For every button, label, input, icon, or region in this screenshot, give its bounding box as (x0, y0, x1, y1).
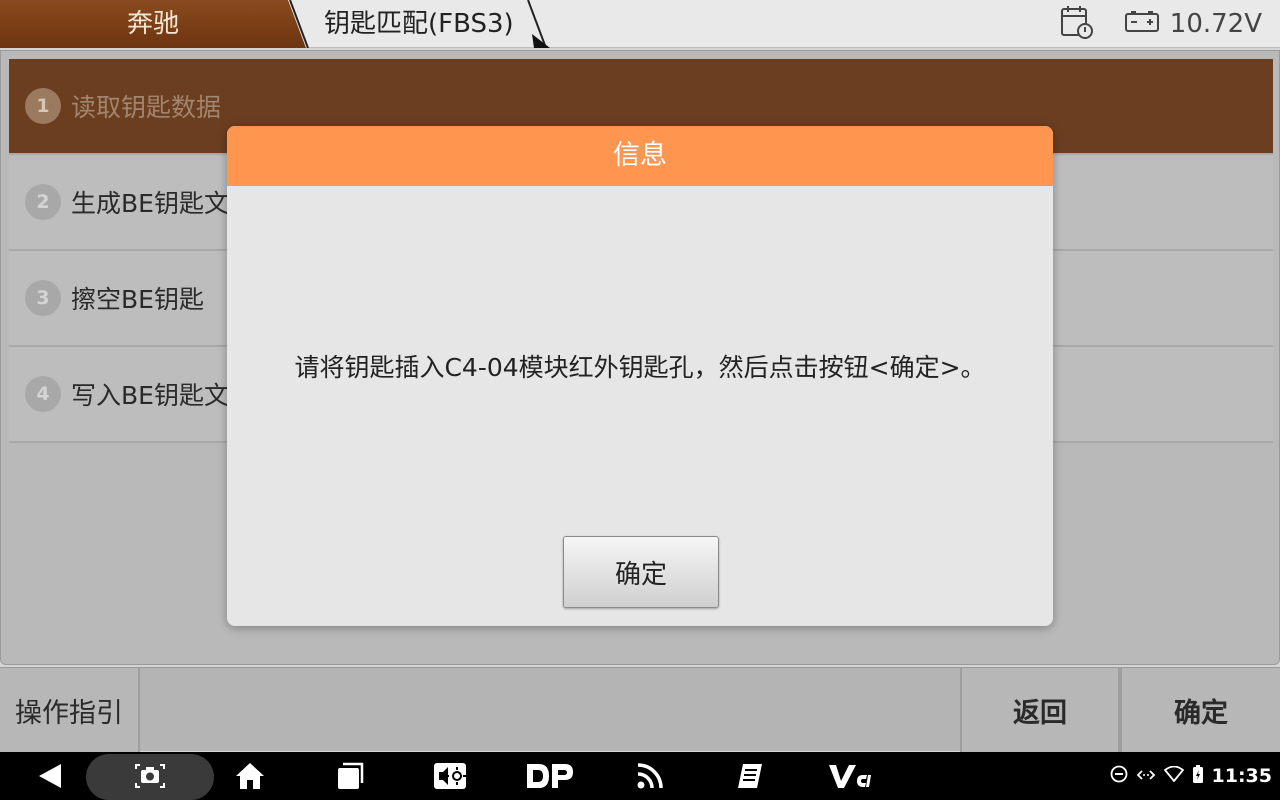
dialog-title: 信息 (227, 126, 1053, 186)
back-icon[interactable] (30, 752, 70, 800)
screenshot-camera-icon[interactable] (130, 752, 170, 800)
dialog-message: 请将钥匙插入C4-04模块红外钥匙孔，然后点击按钮<确定>。 (294, 353, 986, 382)
info-dialog: 信息 请将钥匙插入C4-04模块红外钥匙孔，然后点击按钮<确定>。 确定 (227, 126, 1053, 626)
dialog-ok-button[interactable]: 确定 (563, 536, 719, 608)
volume-brightness-icon[interactable] (430, 752, 470, 800)
home-icon[interactable] (230, 752, 270, 800)
dp-logo-icon[interactable] (524, 752, 576, 800)
battery-status-icon (1192, 764, 1204, 789)
system-nav-bar: 11:35 (0, 752, 1280, 800)
feed-icon[interactable] (630, 752, 670, 800)
recent-apps-icon[interactable] (330, 752, 370, 800)
data-sync-icon (1136, 765, 1156, 787)
manual-book-icon[interactable] (730, 752, 770, 800)
vci-icon[interactable] (826, 752, 872, 800)
dnd-icon (1110, 765, 1128, 788)
clock-time: 11:35 (1211, 765, 1272, 787)
wifi-icon (1163, 765, 1184, 787)
status-area: 11:35 (1110, 752, 1272, 800)
